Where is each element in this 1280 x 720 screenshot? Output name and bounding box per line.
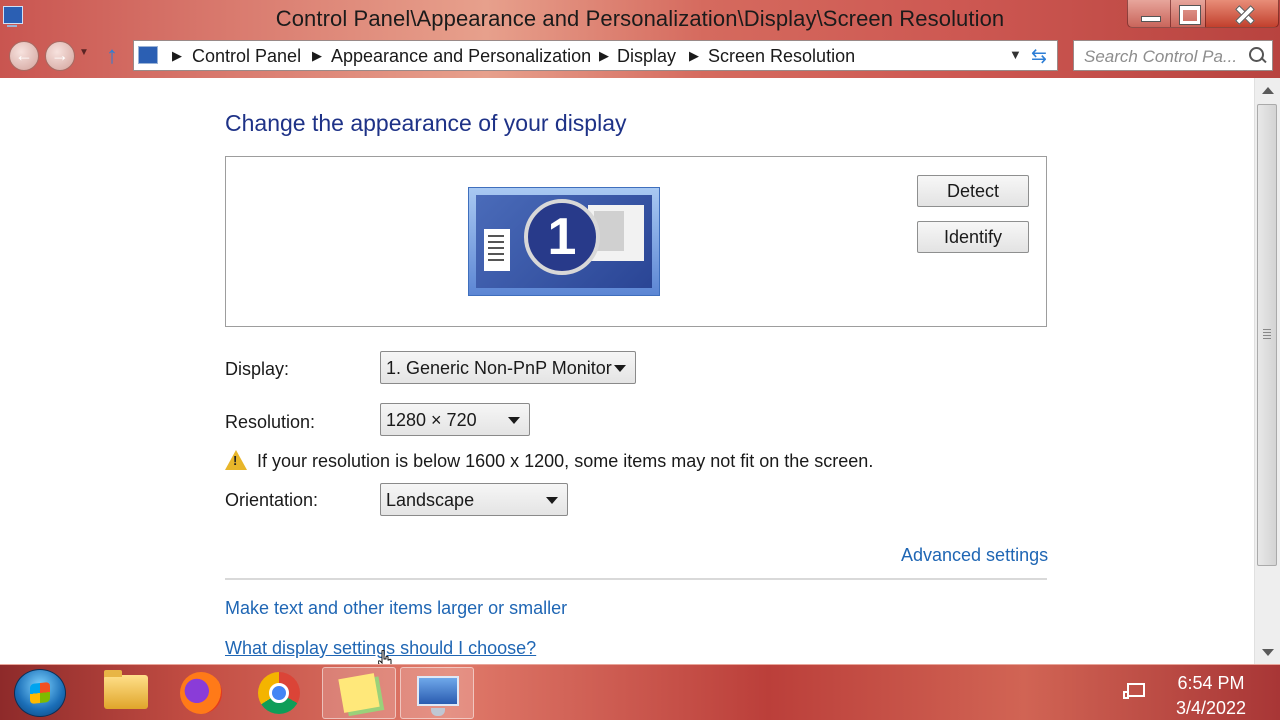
scroll-down-arrow-icon[interactable] [1262,649,1274,656]
breadcrumb-screen-resolution[interactable]: Screen Resolution [708,46,855,67]
back-arrow-icon[interactable]: ← [9,41,39,71]
monitor-number: 1 [524,199,600,275]
monitor-1-thumbnail[interactable]: 1 [468,187,660,296]
content-pane: Change the appearance of your display 1 … [0,78,1254,664]
monitor-screen: 1 [476,195,652,288]
restore-button[interactable] [1170,0,1206,28]
window-thumbnail [484,229,510,271]
file-explorer-icon [104,670,148,709]
taskbar-sticky-notes[interactable] [322,667,396,719]
orientation-label: Orientation: [225,490,319,510]
taskbar-display-settings[interactable] [400,667,474,719]
hand-cursor-icon [378,650,392,664]
sticky-notes-icon [338,673,380,713]
title-bar: Control Panel\Appearance and Personaliza… [0,0,1280,36]
control-panel-icon [138,46,158,64]
clock-date[interactable]: 3/4/2022 [1170,698,1252,719]
breadcrumb-chevron-icon[interactable]: ▶ [599,48,609,64]
close-button[interactable] [1205,0,1279,28]
network-icon[interactable] [1123,683,1145,699]
identify-button[interactable]: Identify [917,221,1029,253]
display-label: Display: [225,359,290,379]
breadcrumb-chevron-icon[interactable]: ▶ [689,48,699,64]
chevron-down-icon [546,497,558,504]
breadcrumb-appearance[interactable]: Appearance and Personalization [331,46,591,67]
resolution-warning: If your resolution is below 1600 x 1200,… [257,451,874,471]
breadcrumb-display[interactable]: Display [617,46,676,67]
recent-pages-dropdown-icon[interactable]: ▼ [79,47,89,58]
search-box[interactable]: Search Control Pa... [1073,40,1273,71]
taskbar-file-explorer[interactable] [88,667,162,719]
taskbar-firefox[interactable] [166,667,240,719]
breadcrumb-control-panel[interactable]: Control Panel [192,46,301,67]
window-chrome: Control Panel\Appearance and Personaliza… [0,0,1280,78]
address-bar[interactable]: ▶ Control Panel ▶ Appearance and Persona… [133,40,1058,71]
chrome-icon [258,672,300,714]
address-history-dropdown-icon[interactable]: ▼ [1009,47,1022,62]
chevron-down-icon [614,365,626,372]
grip-icon [1263,329,1271,339]
scroll-up-arrow-icon[interactable] [1262,87,1274,94]
search-input[interactable]: Search Control Pa... [1084,47,1237,67]
orientation-select-value: Landscape [386,490,475,510]
vertical-scrollbar[interactable] [1254,78,1280,664]
display-select-value: 1. Generic Non-PnP Monitor [386,358,612,378]
scrollbar-thumb[interactable] [1257,104,1277,566]
up-arrow-icon[interactable]: ↑ [106,42,118,70]
orientation-select[interactable]: Landscape [380,483,568,516]
taskbar-chrome[interactable] [244,667,318,719]
start-button[interactable] [14,669,66,717]
resolution-select[interactable]: 1280 × 720 [380,403,530,436]
detect-button[interactable]: Detect [917,175,1029,207]
chevron-down-icon [508,417,520,424]
clock-time[interactable]: 6:54 PM [1170,673,1252,694]
advanced-settings-link[interactable]: Advanced settings [901,545,1048,566]
refresh-icon[interactable]: ⇆ [1031,45,1047,68]
display-settings-icon [417,676,459,716]
page-title: Change the appearance of your display [225,110,627,136]
window-title: Control Panel\Appearance and Personaliza… [275,6,1005,31]
firefox-icon [180,672,222,714]
warning-icon [225,450,247,470]
text-size-link[interactable]: Make text and other items larger or smal… [225,598,567,619]
resolution-select-value: 1280 × 720 [386,410,477,430]
display-preview-panel: 1 Detect Identify [225,156,1047,327]
taskbar: 6:54 PM 3/4/2022 [0,664,1280,720]
minimize-button[interactable] [1127,0,1171,28]
breadcrumb-chevron-icon[interactable]: ▶ [172,48,182,64]
display-select[interactable]: 1. Generic Non-PnP Monitor [380,351,636,384]
breadcrumb-chevron-icon[interactable]: ▶ [312,48,322,64]
resolution-label: Resolution: [225,412,316,432]
section-divider [225,578,1047,580]
forward-arrow-icon[interactable]: → [45,41,75,71]
search-icon[interactable] [1249,47,1264,62]
